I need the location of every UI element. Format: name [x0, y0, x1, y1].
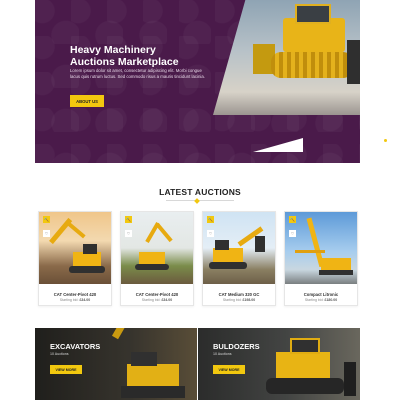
price-value: £198.00	[242, 298, 256, 302]
category-title: EXCAVATORS	[50, 342, 101, 351]
hammer-icon[interactable]: 🔨	[289, 216, 296, 223]
view-more-button[interactable]: VIEW MORE	[213, 365, 245, 374]
auction-card[interactable]: 🔨 ♡ CAT Center-Pivot 420 Starting bid: £…	[120, 211, 194, 306]
hammer-icon[interactable]: 🔨	[125, 216, 132, 223]
latest-auctions-title: LATEST AUCTIONS	[159, 187, 241, 197]
auction-card[interactable]: 🔨 ♡ CAT Medium 320 GC Starting bid: £198…	[202, 211, 276, 306]
hero-title: Heavy Machinery Auctions Marketplace	[70, 44, 220, 68]
hero-banner: Heavy Machinery Auctions Marketplace Lor…	[35, 0, 360, 163]
category-excavators[interactable]: EXCAVATORS 10 Auctions VIEW MORE	[35, 328, 197, 400]
category-buldozers[interactable]: BULDOZERS 10 Auctions VIEW MORE	[198, 328, 360, 400]
auction-card-image[interactable]: 🔨 ♡	[39, 212, 111, 284]
heart-icon[interactable]: ♡	[289, 230, 296, 237]
bulldozer-blade	[347, 40, 360, 84]
bulldozer-cab	[295, 4, 331, 24]
auction-card-price: Starting bid: £34.00	[39, 298, 111, 302]
category-title: BULDOZERS	[213, 342, 260, 351]
auction-card-price: Starting bid: £180.00	[285, 298, 357, 302]
price-value: £180.00	[324, 298, 338, 302]
category-count: 10 Auctions	[50, 352, 69, 356]
auction-card-image[interactable]: 🔨 ♡	[121, 212, 193, 284]
bulldozer-track	[271, 52, 353, 78]
auction-card-price: Starting bid: £34.00	[121, 298, 193, 302]
hammer-icon[interactable]: 🔨	[207, 216, 214, 223]
heart-icon[interactable]: ♡	[125, 230, 132, 237]
heart-icon[interactable]: ♡	[43, 230, 50, 237]
auction-card-image[interactable]: 🔨 ♡	[285, 212, 357, 284]
decorative-dot	[384, 139, 387, 142]
auction-card[interactable]: 🔨 ♡ Compact Litronic Starting bid: £180.…	[284, 211, 358, 306]
auction-cards: 🔨 ♡ CAT Center-Pivot 420 Starting bid: £…	[38, 211, 358, 306]
hero-title-line1: Heavy Machinery	[70, 44, 156, 56]
price-value: £34.00	[79, 298, 91, 302]
price-value: £34.00	[161, 298, 173, 302]
view-more-button[interactable]: VIEW MORE	[50, 365, 82, 374]
auction-card-name[interactable]: CAT Medium 320 GC	[203, 292, 275, 297]
auction-card-name[interactable]: CAT Center-Pivot 420	[39, 292, 111, 297]
price-label: Starting bid:	[304, 298, 324, 302]
title-diamond-icon	[194, 197, 200, 204]
auction-card-price: Starting bid: £198.00	[203, 298, 275, 302]
hammer-icon[interactable]: 🔨	[43, 216, 50, 223]
category-count: 10 Auctions	[213, 352, 232, 356]
auction-card-name[interactable]: Compact Litronic	[285, 292, 357, 297]
price-label: Starting bid:	[141, 298, 161, 302]
auction-card[interactable]: 🔨 ♡ CAT Center-Pivot 420 Starting bid: £…	[38, 211, 112, 306]
price-label: Starting bid:	[59, 298, 79, 302]
auction-card-name[interactable]: CAT Center-Pivot 420	[121, 292, 193, 297]
about-us-button[interactable]: ABOUT US	[70, 95, 104, 107]
price-label: Starting bid:	[222, 298, 242, 302]
hero-title-line2: Auctions Marketplace	[70, 56, 179, 68]
heart-icon[interactable]: ♡	[207, 230, 214, 237]
hero-description: Lorem ipsum dolor sit amet, consectetur …	[70, 68, 205, 79]
auction-card-image[interactable]: 🔨 ♡	[203, 212, 275, 284]
